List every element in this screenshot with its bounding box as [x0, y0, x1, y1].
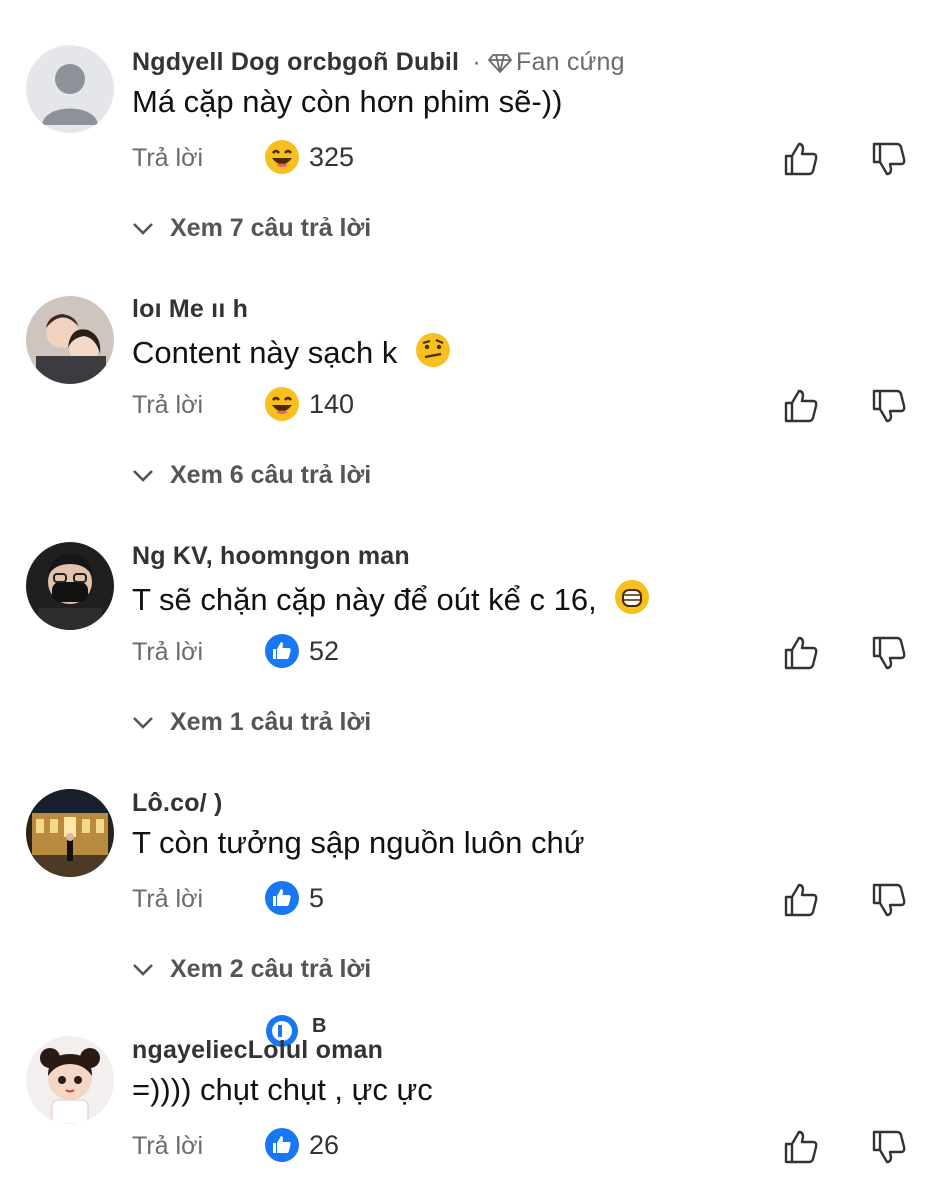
comment-author[interactable]: Ngdyell Dog orcbgoñ Dubil · Fan cứng	[132, 48, 625, 77]
laugh-reaction-icon	[265, 387, 299, 421]
comment-author[interactable]: Lô.co/ )	[132, 789, 222, 818]
comment-text: Má cặp này còn hơn phim sẽ-))	[132, 84, 563, 119]
comment-actions: Trả lời 325	[132, 139, 922, 178]
comment-text: T sẽ chặn cặp này để oút kể c 16,	[132, 578, 651, 618]
view-replies-label: Xem 2 câu trả lời	[170, 955, 372, 983]
dislike-icon[interactable]	[870, 634, 908, 672]
view-replies-label: Xem 6 câu trả lời	[170, 461, 372, 489]
grimace-emoji-icon	[615, 580, 650, 614]
comment-actions: Trả lời 140	[132, 386, 922, 425]
reaction-summary[interactable]: 5	[264, 880, 324, 916]
comment-text: T còn tưởng sập nguồn luôn chứ	[132, 825, 585, 860]
view-replies-label: Xem 1 câu trả lời	[170, 708, 372, 736]
reaction-count: 140	[309, 388, 355, 419]
chevron-down-icon	[133, 716, 153, 729]
floating-letter: B	[312, 1015, 327, 1037]
view-replies-label: Xem 7 câu trả lời	[170, 214, 372, 242]
avatar-masked-man[interactable]	[26, 542, 114, 630]
reaction-summary[interactable]: 26	[264, 1127, 339, 1163]
dislike-icon[interactable]	[870, 881, 908, 919]
view-replies-button[interactable]: Xem 6 câu trả lời	[132, 461, 371, 490]
avatar-couple-cartoon[interactable]	[26, 296, 114, 384]
reply-button[interactable]: Trả lời	[132, 144, 203, 173]
comment-actions: Trả lời 52	[132, 633, 922, 672]
comment-author[interactable]: Ng KV, hoomngon man	[132, 542, 410, 571]
reaction-summary[interactable]: 325	[264, 139, 354, 175]
reaction-summary[interactable]: 140	[264, 386, 354, 422]
reaction-count: 5	[309, 882, 325, 913]
reply-button[interactable]: Trả lời	[132, 885, 203, 914]
reaction-summary[interactable]: 52	[264, 633, 339, 669]
comment-author[interactable]: ngayeliecLolul oman	[132, 1036, 383, 1065]
reaction-count: 52	[309, 635, 340, 666]
avatar-palace-photo[interactable]	[26, 789, 114, 877]
view-replies-button[interactable]: Xem 7 câu trả lời	[132, 214, 371, 243]
dislike-icon[interactable]	[870, 1128, 908, 1166]
reaction-count: 325	[309, 141, 355, 172]
chevron-down-icon	[133, 469, 153, 482]
reply-button[interactable]: Trả lời	[132, 638, 203, 667]
chevron-down-icon	[133, 222, 153, 235]
like-reaction-icon	[265, 634, 299, 668]
comment-author[interactable]: loı Me ıı h	[132, 295, 248, 324]
dislike-icon[interactable]	[870, 140, 908, 178]
reply-button[interactable]: Trả lời	[132, 1132, 203, 1161]
like-icon[interactable]	[782, 140, 820, 178]
diamond-icon	[487, 54, 513, 74]
laugh-reaction-icon	[265, 140, 299, 174]
like-icon[interactable]	[782, 387, 820, 425]
comment-text: =)))) chụt chụt , ực ực	[132, 1072, 433, 1107]
raised-eyebrow-emoji-icon	[416, 333, 451, 367]
comment-text: Content này sạch k	[132, 331, 452, 371]
like-icon[interactable]	[782, 1128, 820, 1166]
like-icon[interactable]	[782, 634, 820, 672]
like-icon[interactable]	[782, 881, 820, 919]
fan-badge: · Fan cứng	[472, 48, 625, 76]
dislike-icon[interactable]	[870, 387, 908, 425]
reply-button[interactable]: Trả lời	[132, 391, 203, 420]
like-reaction-icon	[265, 881, 299, 915]
like-reaction-icon	[265, 1128, 299, 1162]
view-replies-button[interactable]: Xem 2 câu trả lời	[132, 955, 371, 984]
avatar-default[interactable]	[26, 45, 114, 133]
chevron-down-icon	[133, 963, 153, 976]
reaction-count: 26	[309, 1129, 340, 1160]
comment-actions: Trả lời 5	[132, 880, 922, 919]
view-replies-button[interactable]: Xem 1 câu trả lời	[132, 708, 371, 737]
avatar-cartoon-girl[interactable]	[26, 1036, 114, 1124]
comment-actions: Trả lời 26	[132, 1127, 922, 1166]
